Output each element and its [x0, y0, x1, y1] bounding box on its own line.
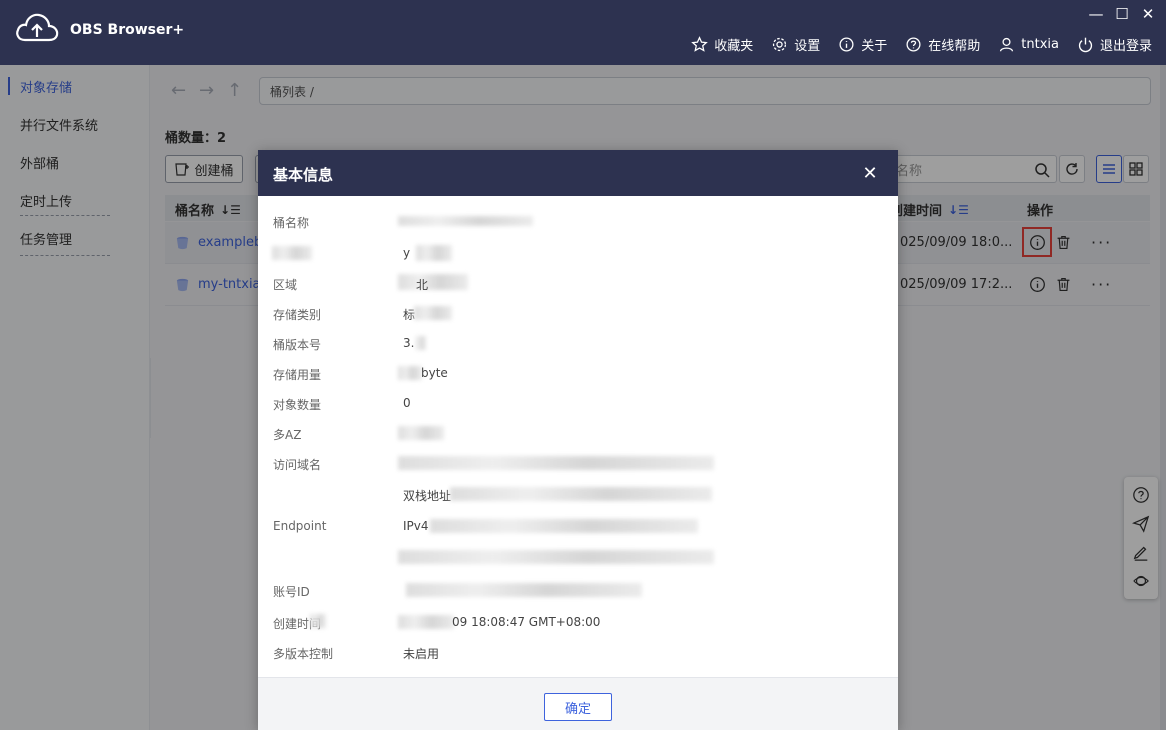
label-access-domain: 访问域名 — [273, 458, 322, 472]
label-account-id: 账号ID — [273, 585, 310, 599]
label-object-count: 对象数量 — [273, 398, 322, 412]
about-label: 关于 — [861, 39, 888, 54]
top-nav: 收藏夹 设置 关于 在线帮助 tntxia 退出登录 — [691, 35, 1152, 54]
redacted-value — [430, 519, 698, 533]
star-icon — [691, 36, 709, 52]
value-versioning: 未启用 — [403, 647, 440, 661]
label-storage-class: 存储类别 — [273, 308, 322, 322]
value-dual-stack: 双栈地址 — [403, 489, 452, 503]
label-endpoint: Endpoint — [273, 519, 327, 533]
value-version: 3. — [403, 336, 415, 350]
window-controls: — ☐ ✕ — [1088, 5, 1156, 23]
minimize-icon[interactable]: — — [1088, 5, 1104, 23]
label-region: 区域 — [273, 278, 298, 292]
title-bar: OBS Browser+ — ☐ ✕ 收藏夹 设置 关于 在线帮助 tntxia… — [0, 0, 1166, 65]
label-usage: 存储用量 — [273, 368, 322, 382]
redacted-label — [272, 246, 312, 260]
user-menu[interactable]: tntxia — [998, 36, 1059, 53]
about-link[interactable]: 关于 — [838, 35, 887, 54]
help-label: 在线帮助 — [928, 39, 981, 54]
settings-label: 设置 — [794, 39, 821, 54]
label-multi-az: 多AZ — [273, 428, 302, 442]
close-icon[interactable]: ✕ — [860, 163, 880, 184]
redacted-value — [398, 456, 714, 470]
favorites-label: 收藏夹 — [714, 39, 754, 54]
redacted-value — [398, 615, 454, 629]
value-bucket-type: y — [403, 246, 411, 260]
app-title: OBS Browser+ — [70, 22, 185, 38]
redacted-value — [406, 583, 642, 597]
label-versioning: 多版本控制 — [273, 647, 334, 661]
redacted-label — [310, 614, 326, 628]
value-region: 北 — [416, 278, 429, 292]
redacted-value — [398, 550, 714, 564]
gear-icon — [773, 37, 787, 52]
close-icon[interactable]: ✕ — [1140, 5, 1156, 23]
ok-button[interactable]: 确定 — [544, 693, 612, 721]
dialog-title: 基本信息 — [273, 166, 334, 184]
label-version: 桶版本号 — [273, 338, 322, 352]
favorites-link[interactable]: 收藏夹 — [691, 35, 753, 54]
logout-label: 退出登录 — [1099, 39, 1152, 54]
help-link[interactable]: 在线帮助 — [905, 35, 980, 54]
user-icon — [1000, 37, 1014, 52]
power-icon — [1078, 37, 1093, 53]
redacted-value — [416, 336, 426, 350]
label-bucket-name: 桶名称 — [273, 216, 310, 230]
redacted-value — [416, 245, 452, 261]
value-usage: byte — [421, 366, 448, 380]
redacted-value — [414, 306, 452, 320]
help-icon — [906, 37, 921, 52]
settings-link[interactable]: 设置 — [771, 35, 820, 54]
logout-link[interactable]: 退出登录 — [1077, 35, 1152, 54]
info-icon — [839, 37, 854, 52]
redacted-value — [398, 366, 422, 380]
redacted-value — [398, 274, 468, 290]
redacted-value — [450, 487, 712, 501]
dialog-footer: 确定 — [258, 677, 898, 730]
cloud-logo-icon — [16, 13, 59, 42]
value-object-count: 0 — [403, 396, 411, 410]
maximize-icon[interactable]: ☐ — [1114, 5, 1130, 23]
user-name: tntxia — [1021, 37, 1059, 52]
basic-info-dialog: 基本信息 ✕ 桶名称 y 区域 北 存储类别 标 桶版本号 3. 存储用量 by… — [258, 150, 898, 730]
dialog-header: 基本信息 ✕ — [258, 150, 898, 196]
redacted-value — [398, 426, 444, 440]
redacted-value — [398, 216, 533, 226]
value-created-time: 09 18:08:47 GMT+08:00 — [452, 615, 601, 629]
value-endpoint: IPv4 — [403, 519, 429, 533]
